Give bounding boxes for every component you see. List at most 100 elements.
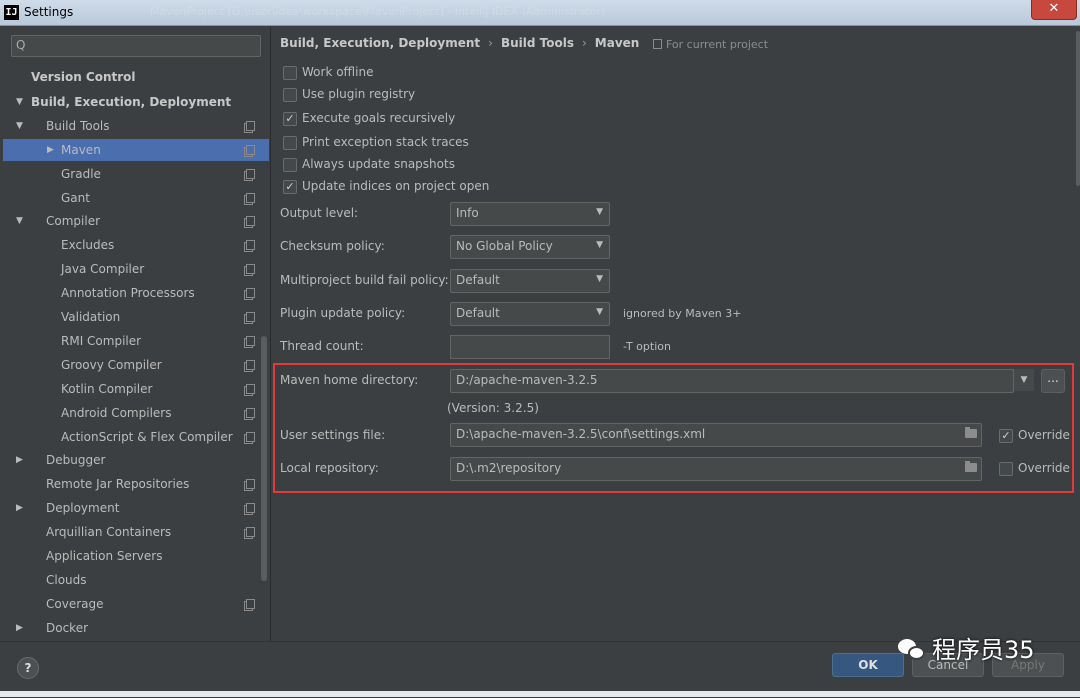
chevron-right-icon[interactable]: ▶ — [16, 497, 23, 519]
ok-button[interactable]: OK — [832, 653, 904, 677]
checkbox-box[interactable] — [283, 158, 297, 172]
chevron-right-icon[interactable]: ▶ — [16, 617, 23, 639]
chevron-down-icon[interactable]: ▼ — [16, 210, 23, 232]
sidebar-item[interactable]: ▶ Deployment — [3, 497, 269, 519]
sidebar-item-label: Annotation Processors — [61, 286, 195, 300]
plugin-update-policy-select[interactable]: Default ▼ — [450, 302, 610, 326]
sidebar-item[interactable]: ActionScript & Flex Compiler — [3, 426, 269, 448]
checkbox-label: Print exception stack traces — [302, 135, 469, 149]
sidebar-item[interactable]: Remote Jar Repositories — [3, 473, 269, 495]
sidebar-item[interactable]: Gant — [3, 187, 269, 209]
sidebar-item-label: Coverage — [46, 597, 104, 611]
chevron-down-icon: ▼ — [596, 240, 603, 250]
sidebar-item-label: Gradle — [61, 167, 101, 181]
sidebar-item-label: Validation — [61, 310, 121, 324]
project-scope-icon — [246, 121, 255, 131]
close-button[interactable]: ✕ — [1031, 0, 1077, 20]
sidebar-item[interactable]: Coverage — [3, 593, 269, 615]
sidebar-item-label: Remote Jar Repositories — [46, 477, 190, 491]
checkbox-box[interactable] — [283, 88, 297, 102]
sidebar-item-label: ActionScript & Flex Compiler — [61, 430, 233, 444]
sidebar-item[interactable]: RMI Compiler — [3, 330, 269, 352]
window-title: Settings — [24, 5, 74, 19]
project-scope-icon — [246, 503, 255, 513]
build-fail-policy-select[interactable]: Default ▼ — [450, 269, 610, 293]
help-button[interactable]: ? — [17, 657, 39, 679]
breadcrumb-item: Maven — [594, 36, 640, 50]
sidebar-item[interactable]: ▼ Build, Execution, Deployment — [3, 91, 269, 113]
plugin-update-policy-value: Default — [456, 306, 500, 320]
chevron-down-icon: ▼ — [596, 307, 603, 317]
watermark-text: 程序员35 — [932, 636, 1035, 664]
sidebar-item[interactable]: Kotlin Compiler — [3, 378, 269, 400]
checkbox-label: Use plugin registry — [302, 87, 416, 101]
sidebar-item-label: Clouds — [46, 573, 87, 587]
maven-settings-panel: Build, Execution, Deployment › Build Tools… — [271, 26, 1080, 641]
search-icon: Q — [16, 38, 26, 52]
sidebar-item-label: Gant — [61, 191, 90, 205]
sidebar-item[interactable]: Application Servers — [3, 545, 269, 567]
sidebar-item[interactable]: Version Control — [3, 66, 269, 88]
sidebar-item[interactable]: ▶ Docker — [3, 617, 269, 639]
project-scope-icon — [246, 432, 255, 442]
sidebar-item-label: Android Compilers — [61, 406, 172, 420]
checkbox-box[interactable] — [283, 136, 297, 150]
project-scope-icon — [246, 193, 255, 203]
project-scope-icon — [246, 479, 255, 489]
sidebar-scrollbar[interactable] — [261, 336, 267, 581]
project-scope-icon — [246, 145, 255, 155]
chevron-right-icon[interactable]: ▶ — [16, 449, 23, 471]
breadcrumb-item: Build, Execution, Deployment — [280, 36, 481, 50]
thread-count-input[interactable] — [450, 335, 610, 359]
checkbox-box[interactable]: ✓ — [283, 180, 297, 194]
chevron-down-icon: ▼ — [596, 207, 603, 217]
settings-sidebar: Q Version Control ▼ Build, Execution, Depl… — [0, 26, 271, 641]
watermark: 程序员35 — [898, 632, 1035, 668]
checkbox-label: Always update snapshots — [302, 157, 455, 171]
project-scope-icon — [246, 527, 255, 537]
plugin-update-policy-label: Plugin update policy: — [280, 306, 406, 320]
sidebar-item[interactable]: Arquillian Containers — [3, 521, 269, 543]
sidebar-item[interactable]: ▶ Maven — [3, 139, 269, 161]
sidebar-item[interactable]: Gradle — [3, 163, 269, 185]
content-scrollbar[interactable] — [1076, 31, 1080, 186]
sidebar-item[interactable]: Groovy Compiler — [3, 354, 269, 376]
sidebar-item-label: Build, Execution, Deployment — [31, 95, 232, 109]
background-window-title: MavenProject [D:\user\idea\workspace\Mav… — [150, 5, 606, 18]
project-scope-icon — [246, 240, 255, 250]
project-scope-icon — [246, 312, 255, 322]
output-level-value: Info — [456, 206, 479, 220]
sidebar-item[interactable]: ▼ Compiler — [3, 210, 269, 232]
sidebar-item-label: Arquillian Containers — [46, 525, 172, 539]
sidebar-item-label: Java Compiler — [61, 262, 145, 276]
sidebar-item[interactable]: ▼ Build Tools — [3, 115, 269, 137]
sidebar-item[interactable]: Validation — [3, 306, 269, 328]
project-scope-icon — [246, 336, 255, 346]
output-level-label: Output level: — [280, 206, 359, 220]
taskbar-strip — [0, 691, 1080, 697]
sidebar-item-label: Excludes — [61, 238, 115, 252]
sidebar-item[interactable]: Android Compilers — [3, 402, 269, 424]
build-fail-policy-label: Multiproject build fail policy: — [280, 273, 449, 287]
sidebar-item[interactable]: Excludes — [3, 234, 269, 256]
sidebar-item-label: Groovy Compiler — [61, 358, 162, 372]
project-scope-icon — [246, 599, 255, 609]
sidebar-item[interactable]: Clouds — [3, 569, 269, 591]
checksum-policy-label: Checksum policy: — [280, 239, 385, 253]
settings-search-input[interactable]: Q — [11, 35, 261, 57]
scope-label: For current project — [653, 38, 768, 51]
project-scope-icon — [246, 360, 255, 370]
checkbox-box[interactable]: ✓ — [283, 112, 297, 126]
sidebar-item[interactable]: Annotation Processors — [3, 282, 269, 304]
chevron-down-icon[interactable]: ▼ — [16, 91, 23, 113]
checksum-policy-select[interactable]: No Global Policy ▼ — [450, 235, 610, 259]
project-scope-icon — [246, 384, 255, 394]
sidebar-item[interactable]: ▶ Debugger — [3, 449, 269, 471]
chevron-right-icon[interactable]: ▶ — [47, 139, 54, 161]
thread-count-note: -T option — [623, 340, 671, 353]
sidebar-item[interactable]: Java Compiler — [3, 258, 269, 280]
chevron-down-icon[interactable]: ▼ — [16, 115, 23, 137]
checkbox-label: Work offline — [302, 65, 374, 79]
checkbox-box[interactable] — [283, 66, 297, 80]
output-level-select[interactable]: Info ▼ — [450, 202, 610, 226]
